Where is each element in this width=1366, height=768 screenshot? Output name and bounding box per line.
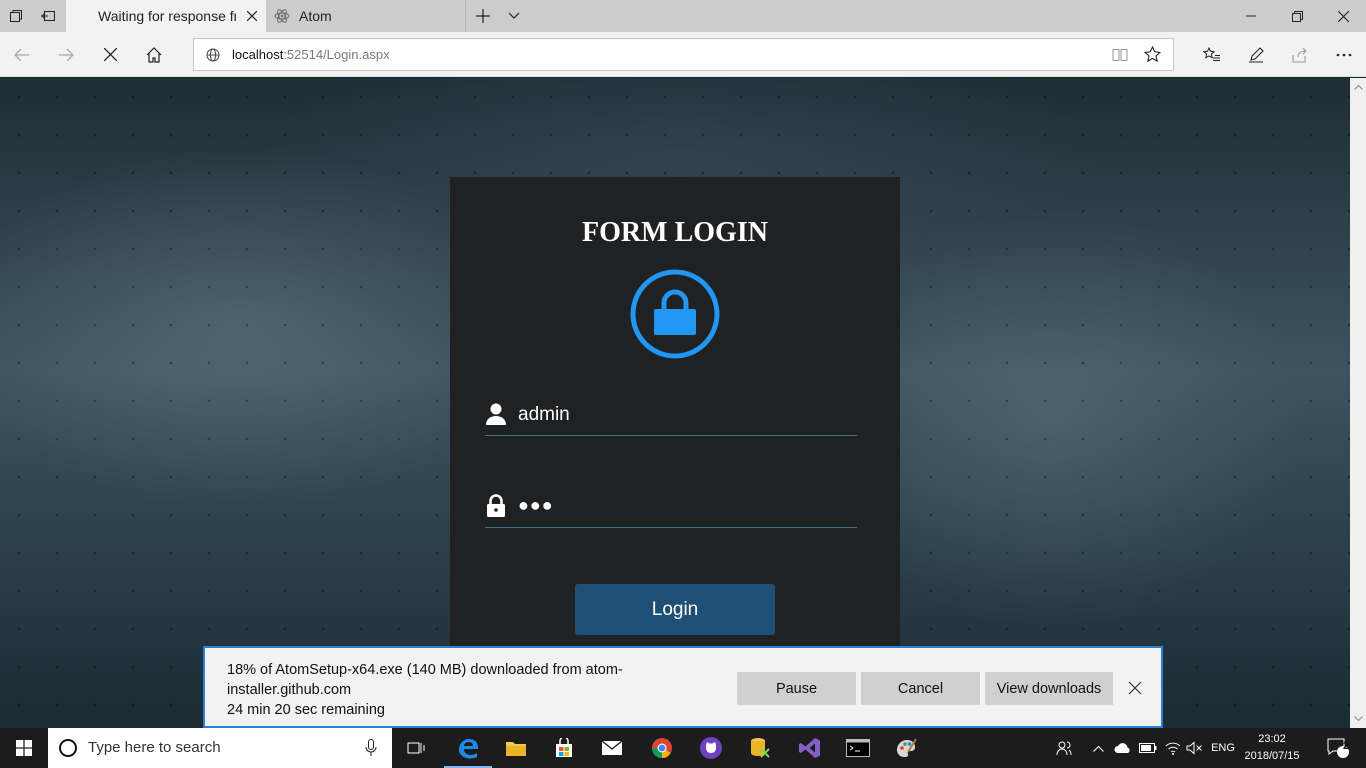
username-value[interactable]: admin [518, 404, 570, 426]
share-icon[interactable] [1278, 32, 1322, 77]
clock-date: 2018/07/15 [1244, 750, 1300, 762]
taskbar: Type here to search ENG 23:02 2018/07/15… [0, 728, 1366, 768]
scroll-up-icon[interactable] [1353, 82, 1363, 92]
address-host: localhost [232, 47, 284, 62]
pause-button[interactable]: Pause [737, 672, 856, 705]
address-path: :52514/Login.aspx [283, 47, 390, 62]
address-bar[interactable]: localhost:52514/Login.aspx [193, 38, 1174, 71]
download-source-line: installer.github.com [227, 682, 352, 698]
globe-icon [206, 48, 220, 62]
favorite-star-icon[interactable] [1143, 45, 1162, 63]
people-icon[interactable] [1052, 728, 1076, 768]
set-aside-tabs-icon[interactable] [32, 0, 64, 32]
download-progress-line: 18% of AtomSetup-x64.exe (140 MB) downlo… [227, 662, 623, 678]
notification-count: 2 [1342, 740, 1350, 752]
tab-atom[interactable]: Atom [266, 0, 466, 32]
action-center-icon[interactable]: 2 [1318, 728, 1358, 768]
microphone-icon[interactable] [365, 739, 377, 757]
address-url: localhost:52514/Login.aspx [232, 47, 390, 62]
password-field[interactable]: ●●● [485, 488, 857, 528]
battery-icon[interactable] [1137, 728, 1159, 768]
volume-muted-icon[interactable] [1184, 728, 1204, 768]
username-field[interactable]: admin [485, 396, 857, 436]
atom-icon [274, 8, 290, 24]
github-desktop-icon[interactable] [687, 728, 735, 768]
visual-studio-icon[interactable] [786, 728, 834, 768]
password-value[interactable]: ●●● [518, 495, 554, 516]
restore-button[interactable] [1274, 0, 1320, 32]
form-title: FORM LOGIN [582, 217, 768, 248]
new-tab-icon[interactable] [466, 0, 500, 32]
page-viewport: FORM LOGIN admin ●●● Login [0, 78, 1350, 728]
command-prompt-icon[interactable] [834, 728, 882, 768]
login-form: FORM LOGIN admin ●●● Login [450, 177, 900, 657]
home-button[interactable] [132, 32, 176, 77]
search-placeholder: Type here to search [88, 739, 221, 756]
tab-login[interactable]: Waiting for response fro [66, 0, 266, 32]
edge-browser-icon[interactable] [444, 728, 492, 768]
language-label: ENG [1211, 742, 1235, 754]
tab-switcher-icon[interactable] [0, 0, 32, 32]
lock-logo-icon [630, 269, 720, 359]
tab-close-icon[interactable] [244, 8, 260, 24]
tab-title: Atom [299, 8, 332, 24]
store-icon[interactable] [540, 728, 588, 768]
show-hidden-icons-icon[interactable] [1090, 728, 1106, 768]
scroll-down-icon[interactable] [1353, 714, 1363, 724]
start-windows-icon[interactable] [0, 728, 48, 768]
user-icon [485, 402, 507, 426]
chrome-icon[interactable] [638, 728, 686, 768]
wifi-icon[interactable] [1162, 728, 1184, 768]
tab-preview-chevron-icon[interactable] [500, 0, 528, 32]
browser-navbar: localhost:52514/Login.aspx [0, 32, 1366, 77]
padlock-icon [485, 494, 507, 518]
onedrive-icon[interactable] [1112, 728, 1134, 768]
download-status: 18% of AtomSetup-x64.exe (140 MB) downlo… [227, 660, 667, 720]
file-explorer-icon[interactable] [492, 728, 540, 768]
database-tools-icon[interactable] [736, 728, 784, 768]
reading-view-icon[interactable] [1112, 47, 1128, 63]
taskbar-search[interactable]: Type here to search [48, 728, 392, 768]
browser-titlebar: Waiting for response fro Atom [0, 0, 1366, 32]
stop-loading-button[interactable] [88, 32, 132, 77]
close-window-button[interactable] [1320, 0, 1366, 32]
favorites-hub-icon[interactable] [1190, 32, 1234, 77]
tab-title: Waiting for response fro [98, 8, 236, 24]
paint-icon[interactable] [882, 728, 930, 768]
close-icon[interactable] [1127, 680, 1143, 696]
download-notification: 18% of AtomSetup-x64.exe (140 MB) downlo… [203, 646, 1163, 728]
download-time-remaining: 24 min 20 sec remaining [227, 702, 385, 718]
input-language[interactable]: ENG [1206, 728, 1240, 768]
clock[interactable]: 23:02 2018/07/15 [1237, 731, 1307, 765]
back-button[interactable] [0, 32, 44, 77]
cortana-icon [58, 738, 78, 758]
more-options-icon[interactable] [1322, 32, 1366, 77]
view-downloads-button[interactable]: View downloads [985, 672, 1113, 705]
cancel-button[interactable]: Cancel [861, 672, 980, 705]
mail-icon[interactable] [588, 728, 636, 768]
clock-time: 23:02 [1258, 733, 1286, 745]
task-view-icon[interactable] [396, 728, 436, 768]
forward-button[interactable] [44, 32, 88, 77]
page-scrollbar[interactable] [1350, 78, 1366, 728]
web-note-icon[interactable] [1234, 32, 1278, 77]
minimize-button[interactable] [1228, 0, 1274, 32]
login-button[interactable]: Login [575, 584, 775, 635]
